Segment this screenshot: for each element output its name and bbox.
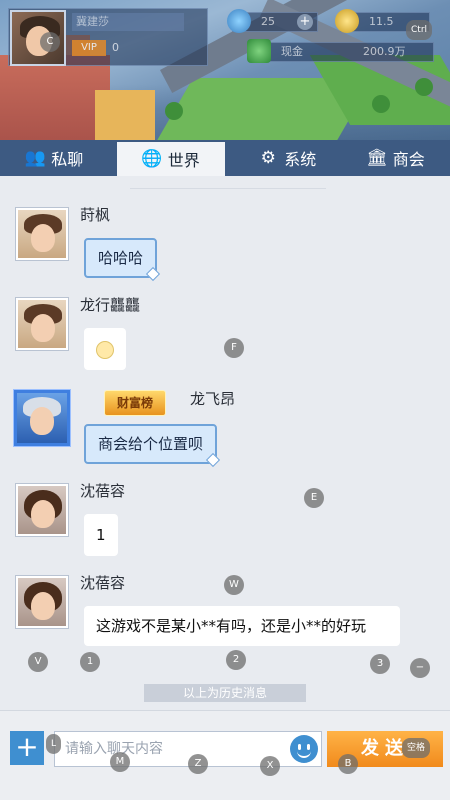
sender-name: 沈蓓容 bbox=[80, 574, 126, 592]
key-hint-e: E bbox=[304, 488, 324, 508]
cash-value: 200.9万 bbox=[363, 45, 406, 58]
key-hint-3: 3 bbox=[370, 654, 390, 674]
energy-counter: 25 + bbox=[227, 9, 318, 33]
chat-input-bar: + 发送 bbox=[0, 710, 450, 800]
key-hint-space: 空格 bbox=[402, 738, 431, 758]
add-energy-button[interactable]: + bbox=[297, 14, 313, 30]
key-hint-x: X bbox=[260, 756, 280, 776]
more-options-button[interactable]: + bbox=[10, 731, 44, 765]
tree bbox=[372, 95, 390, 113]
key-hint-2: 2 bbox=[226, 650, 246, 670]
emoji-icon bbox=[96, 340, 114, 359]
game-scene: 冀建莎 VIP 0 25 + 11.5 现金 200.9万 bbox=[0, 0, 450, 140]
tab-label: 私聊 bbox=[51, 150, 84, 169]
gold-icon bbox=[335, 9, 359, 33]
tree bbox=[165, 102, 183, 120]
key-hint-f: F bbox=[224, 338, 244, 358]
key-hint-1: 1 bbox=[80, 652, 100, 672]
key-hint-v: V bbox=[28, 652, 48, 672]
sender-name: 莳枫 bbox=[80, 206, 111, 224]
globe-icon: 🌐 bbox=[141, 149, 163, 169]
gear-icon: ⚙ bbox=[260, 148, 276, 168]
tab-label: 商会 bbox=[392, 150, 425, 169]
message-bubble: 这游戏不是某小**有吗，还是小**的好玩 bbox=[84, 606, 400, 646]
tab-world[interactable]: 🌐 世界 bbox=[116, 142, 225, 176]
guild-icon: 🏛 bbox=[365, 148, 388, 168]
tab-label: 系统 bbox=[284, 150, 317, 169]
key-hint-b: B bbox=[338, 754, 358, 774]
avatar[interactable] bbox=[16, 484, 68, 536]
key-hint-w: W bbox=[224, 575, 244, 595]
cash-counter: 现金 200.9万 bbox=[247, 39, 434, 63]
key-hint-c: C bbox=[40, 32, 60, 52]
sender-name: 龙飞昂 bbox=[190, 390, 236, 408]
key-hint-m: M bbox=[110, 752, 130, 772]
tab-guild[interactable]: 🏛 商会 bbox=[342, 140, 450, 176]
message-bubble: 哈哈哈 bbox=[84, 238, 158, 278]
chat-list[interactable]: 莳枫 哈哈哈 龙行龘龘 财富榜 龙飞昂 商会给个位置呗 沈蓓容 1 沈蓓容 这游… bbox=[0, 176, 450, 710]
vip-badge: VIP bbox=[72, 40, 106, 56]
player-name: 冀建莎 bbox=[72, 13, 184, 31]
building bbox=[95, 90, 155, 140]
tab-private[interactable]: 👥 私聊 bbox=[0, 140, 109, 176]
cash-label: 现金 bbox=[281, 45, 303, 58]
cash-icon bbox=[247, 39, 271, 63]
emoji-button[interactable] bbox=[290, 735, 318, 763]
tree bbox=[415, 78, 433, 96]
user-group-icon: 👥 bbox=[24, 148, 46, 168]
building bbox=[0, 55, 110, 140]
key-hint-ctrl: Ctrl bbox=[406, 20, 433, 40]
message-bubble: 商会给个位置呗 bbox=[84, 424, 218, 464]
tab-system[interactable]: ⚙ 系统 bbox=[233, 140, 342, 176]
avatar[interactable] bbox=[16, 298, 68, 350]
avatar[interactable] bbox=[16, 576, 68, 628]
message-bubble bbox=[84, 328, 126, 370]
key-hint-z: Z bbox=[188, 754, 208, 774]
history-divider: 以上为历史消息 bbox=[144, 684, 306, 702]
divider bbox=[130, 188, 326, 189]
rank-badge: 财富榜 bbox=[104, 390, 166, 416]
key-hint-l: L bbox=[46, 734, 62, 754]
key-hint-minus: − bbox=[410, 658, 430, 678]
energy-value: 25 bbox=[261, 15, 275, 28]
sender-name: 龙行龘龘 bbox=[80, 296, 141, 314]
sender-name: 沈蓓容 bbox=[80, 482, 126, 500]
energy-icon bbox=[227, 9, 251, 33]
message-bubble: 1 bbox=[84, 514, 118, 556]
player-level: 0 bbox=[112, 41, 119, 54]
chat-tabs: 👥 私聊 🌐 世界 ⚙ 系统 🏛 商会 bbox=[0, 140, 450, 176]
tab-label: 世界 bbox=[167, 151, 200, 170]
avatar[interactable] bbox=[14, 390, 70, 446]
avatar[interactable] bbox=[16, 208, 68, 260]
gold-value: 11.5 bbox=[369, 15, 394, 28]
